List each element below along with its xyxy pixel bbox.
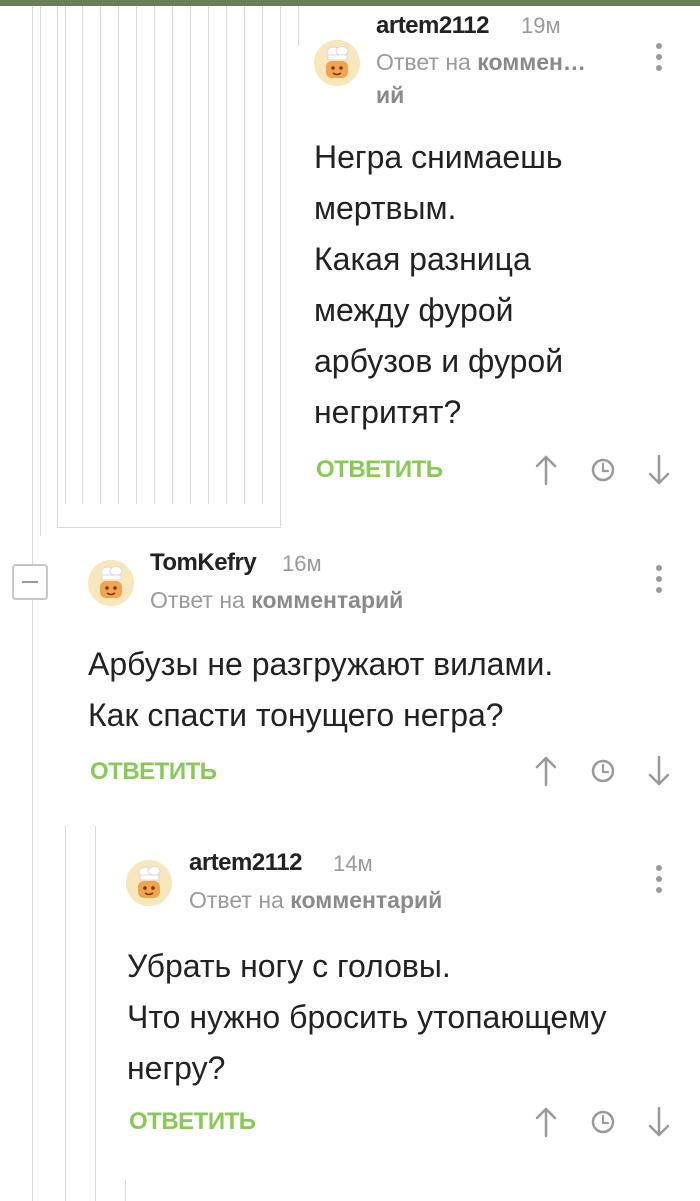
comment-author[interactable]: TomKefry [150,549,257,577]
more-vertical-icon[interactable] [654,865,664,899]
clock-icon[interactable] [589,754,617,788]
comment-tomkefry: TomKefry 16м Ответ на комментарий Арбузы… [0,530,700,810]
arrow-down-icon[interactable] [645,453,673,487]
reply-button[interactable]: ОТВЕТИТЬ [129,1108,256,1136]
reply-to-link[interactable]: коммен… [477,49,586,75]
comment-artem2112-2: artem2112 14м Ответ на комментарий Убрат… [0,830,700,1160]
reply-button[interactable]: ОТВЕТИТЬ [316,456,443,484]
comment-artem2112-1: artem2112 19м Ответ на коммен… ий Негра … [0,0,700,500]
arrow-down-icon[interactable] [645,1105,673,1139]
clock-icon[interactable] [589,453,617,487]
more-vertical-icon[interactable] [654,565,664,599]
comment-author[interactable]: artem2112 [376,12,489,40]
comment-time: 19м [521,13,561,38]
arrow-up-icon[interactable] [532,1105,560,1139]
comment-body: Негра снимаешь мертвым. Какая разница ме… [314,139,564,430]
chef-avatar-icon[interactable] [314,40,360,86]
arrow-up-icon[interactable] [532,453,560,487]
comment-body: Убрать ногу с головы. Что нужно бросить … [127,948,607,1086]
more-vertical-icon[interactable] [654,43,664,77]
reply-to-link[interactable]: комментарий [251,587,403,613]
reply-to-link[interactable]: комментарий [290,887,442,913]
reply-to-prefix: Ответ на [189,887,284,913]
reply-to-prefix: Ответ на [150,587,245,613]
chef-avatar-icon[interactable] [88,560,134,606]
comment-time: 14м [333,851,373,876]
arrow-down-icon[interactable] [645,754,673,788]
comment-author[interactable]: artem2112 [189,849,302,877]
clock-icon[interactable] [589,1105,617,1139]
reply-to-label: Ответ на комментарий [150,584,403,617]
arrow-up-icon[interactable] [532,754,560,788]
reply-to-prefix: Ответ на [376,49,471,75]
comment-time: 16м [282,551,322,576]
reply-to-link-continued[interactable]: ий [376,82,404,108]
collapse-thread-button[interactable] [12,564,48,600]
reply-to-label: Ответ на коммен… ий [376,46,616,112]
reply-button[interactable]: ОТВЕТИТЬ [90,758,217,786]
comment-body: Арбузы не разгружают вилами. Как спасти … [88,646,554,733]
chef-avatar-icon[interactable] [126,860,172,906]
reply-to-label: Ответ на комментарий [189,884,442,917]
